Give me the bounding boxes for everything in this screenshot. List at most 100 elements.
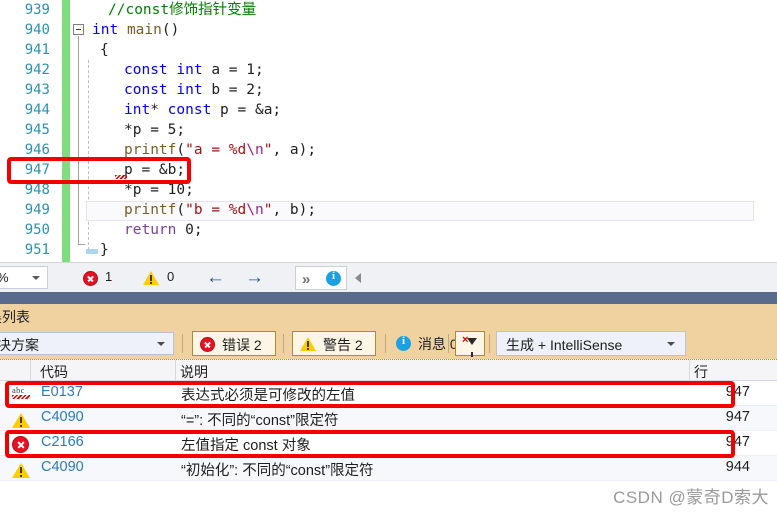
error-description: “初始化”: 不同的“const”限定符	[181, 463, 374, 479]
warnings-label: 警告 2	[323, 337, 363, 353]
code-line[interactable]: 942 const int a = 1;	[0, 60, 777, 80]
navigate-forward-icon[interactable]: →	[245, 268, 264, 287]
code-line-text: {	[100, 42, 109, 58]
warning-icon	[12, 410, 30, 428]
error-squiggle	[115, 175, 127, 179]
error-line-number: 947	[725, 384, 750, 400]
code-line[interactable]: 948 *p = 10;	[0, 180, 777, 200]
error-icon	[12, 435, 30, 453]
line-number: 943	[24, 82, 50, 98]
toolbar-separator	[448, 334, 449, 353]
status-warning-count: 0	[167, 269, 175, 284]
table-row[interactable]: abc E0137 表达式必须是可修改的左值 947	[0, 381, 777, 406]
code-line[interactable]: 946 printf("a = %d\n", a);	[0, 140, 777, 160]
table-row[interactable]: C4090 “=”: 不同的“const”限定符 947	[0, 406, 777, 431]
zoom-level-dropdown[interactable]: %	[0, 266, 48, 289]
navigate-back-icon[interactable]: ←	[206, 268, 225, 287]
toggle-errors-button[interactable]: 错误 2	[192, 331, 276, 356]
scope-filter-value: 个解决方案	[0, 337, 39, 353]
scroll-left-icon[interactable]	[355, 273, 361, 283]
zoom-level-value: %	[0, 270, 9, 285]
clear-mark-icon: ×	[462, 334, 469, 346]
code-line-text: printf("b = %d\n", b);	[124, 202, 317, 218]
error-line-number: 947	[725, 409, 750, 425]
error-description: 左值指定 const 对象	[181, 438, 311, 454]
column-divider[interactable]	[689, 360, 690, 381]
toolbar-separator	[385, 334, 386, 353]
table-row[interactable]: C4090 “初始化”: 不同的“const”限定符 944	[0, 456, 777, 481]
build-source-dropdown[interactable]: 生成 + IntelliSense	[496, 331, 686, 356]
intellisense-info-group[interactable]: »	[295, 266, 347, 290]
chevron-right-icon[interactable]: »	[302, 271, 310, 288]
clear-filter-button[interactable]: ×	[455, 331, 485, 357]
line-number: 949	[24, 202, 50, 218]
line-number: 940	[24, 22, 50, 38]
errors-label: 错误 2	[222, 337, 262, 353]
code-line-text: }	[100, 242, 109, 258]
line-number: 939	[24, 2, 50, 18]
column-header-code[interactable]: 代码	[40, 362, 68, 382]
code-line-text: const int b = 2;	[124, 82, 264, 98]
table-row[interactable]: C2166 左值指定 const 对象 947	[0, 431, 777, 456]
intellisense-squiggle-icon: abc	[12, 385, 30, 403]
chevron-down-icon	[667, 342, 675, 346]
line-number: 951	[24, 242, 50, 258]
code-line-text: int* const p = &a;	[124, 102, 282, 118]
column-divider[interactable]	[30, 360, 31, 381]
warning-icon	[300, 337, 316, 351]
visual-studio-window: 939 //const修饰指针变量 940 int main() 941 {942 cons…	[0, 0, 777, 512]
error-icon	[200, 337, 215, 352]
code-line[interactable]: 951}	[0, 240, 777, 260]
column-divider[interactable]	[175, 360, 176, 381]
build-source-value: 生成 + IntelliSense	[506, 337, 623, 353]
line-number: 945	[24, 122, 50, 138]
line-number: 950	[24, 222, 50, 238]
code-line[interactable]: 945 *p = 5;	[0, 120, 777, 140]
code-line-text: return 0;	[124, 222, 203, 238]
error-code[interactable]: E0137	[41, 384, 83, 400]
error-list-header-row: 代码 说明 行	[0, 359, 777, 381]
code-line[interactable]: 941 {	[0, 40, 777, 60]
line-number: 948	[24, 182, 50, 198]
toolbar-separator	[182, 334, 183, 353]
scope-filter-dropdown[interactable]: 个解决方案	[0, 332, 174, 355]
error-code[interactable]: C4090	[41, 459, 84, 475]
messages-label: 消息 0	[418, 336, 458, 352]
line-number: 942	[24, 62, 50, 78]
code-line[interactable]: 950 return 0;	[0, 220, 777, 240]
window-divider	[0, 292, 777, 304]
error-line-number: 947	[725, 434, 750, 450]
funnel-icon	[467, 338, 477, 357]
code-line[interactable]: 944 int* const p = &a;	[0, 100, 777, 120]
code-line[interactable]: 943 const int b = 2;	[0, 80, 777, 100]
panel-title-text: 吴列表	[0, 309, 30, 325]
chevron-down-icon	[157, 342, 165, 346]
line-number: 947	[24, 162, 50, 178]
code-line[interactable]: 939 //const修饰指针变量	[0, 0, 777, 20]
toolbar-separator	[489, 334, 490, 353]
chevron-down-icon	[32, 276, 40, 280]
line-number: 944	[24, 102, 50, 118]
code-line-text: int main()	[92, 22, 180, 38]
toggle-warnings-button[interactable]: 警告 2	[292, 331, 376, 356]
code-editor[interactable]: 939 //const修饰指针变量 940 int main() 941 {942 cons…	[0, 0, 777, 262]
code-line[interactable]: 949 printf("b = %d\n", b);	[0, 200, 777, 220]
editor-status-bar: % 1 0 ← → »	[0, 262, 777, 292]
error-list-title-bar: 吴列表	[0, 304, 777, 329]
code-line-text: //const修饰指针变量	[108, 2, 257, 18]
warning-icon	[12, 460, 30, 478]
line-number: 941	[24, 42, 50, 58]
watermark-text: CSDN @蒙奇D索大	[613, 488, 769, 507]
code-text-area[interactable]: 939 //const修饰指针变量 940 int main() 941 {942 cons…	[0, 0, 777, 260]
info-icon[interactable]	[326, 270, 341, 286]
column-header-description[interactable]: 说明	[180, 362, 208, 382]
info-icon	[396, 335, 411, 351]
code-line-text: *p = 5;	[124, 122, 186, 138]
error-icon	[83, 271, 98, 286]
error-list-grid[interactable]: abc E0137 表达式必须是可修改的左值 947 C4090 “=”: 不同的“con…	[0, 381, 777, 481]
column-header-line[interactable]: 行	[694, 362, 708, 382]
error-code[interactable]: C4090	[41, 409, 84, 425]
error-code[interactable]: C2166	[41, 434, 84, 450]
code-line[interactable]: 940 int main()	[0, 20, 777, 40]
error-list-toolbar: 个解决方案 错误 2 警告 2 消息 0 × 生成 + IntelliSense	[0, 329, 777, 359]
